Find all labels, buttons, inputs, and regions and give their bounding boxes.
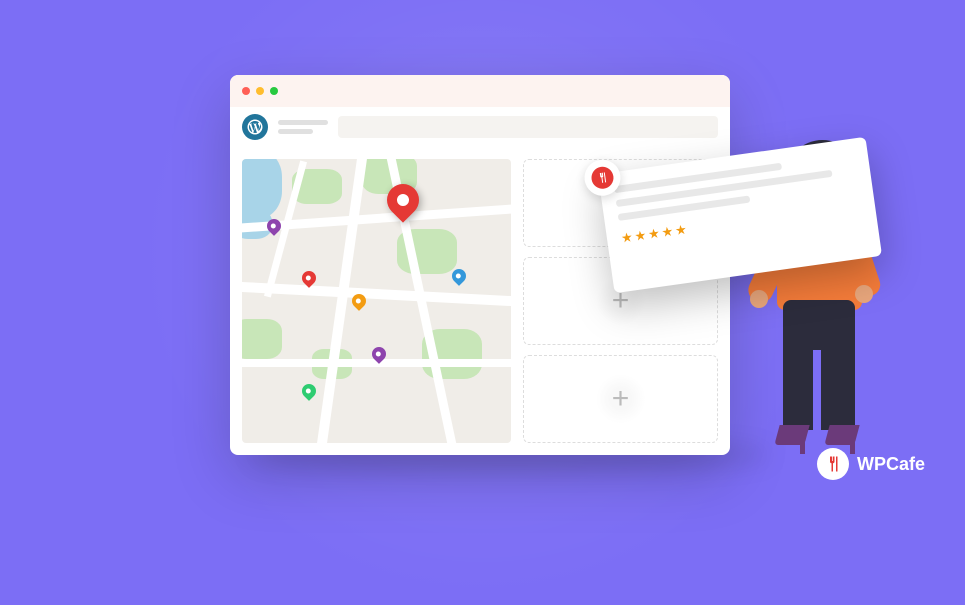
plus-icon: + (612, 382, 630, 416)
utensils-icon (590, 165, 615, 190)
search-bar[interactable] (338, 116, 718, 138)
map[interactable] (242, 159, 511, 443)
title-placeholder (278, 120, 328, 134)
map-pin-icon[interactable] (299, 381, 319, 401)
minimize-dot[interactable] (256, 87, 264, 95)
logo-icon (817, 448, 849, 480)
star-rating: ★ ★ ★ ★ ★ (620, 197, 862, 247)
toolbar (230, 107, 730, 147)
star-icon: ★ (647, 225, 661, 242)
star-icon: ★ (620, 229, 634, 246)
add-slot[interactable]: + (523, 355, 718, 443)
star-icon: ★ (634, 227, 648, 244)
maximize-dot[interactable] (270, 87, 278, 95)
wordpress-icon (242, 114, 268, 140)
star-icon: ★ (661, 224, 675, 241)
wpcafe-logo: WPCafe (817, 448, 925, 480)
browser-chrome (230, 75, 730, 107)
star-icon: ★ (674, 222, 688, 239)
close-dot[interactable] (242, 87, 250, 95)
logo-text: WPCafe (857, 454, 925, 475)
